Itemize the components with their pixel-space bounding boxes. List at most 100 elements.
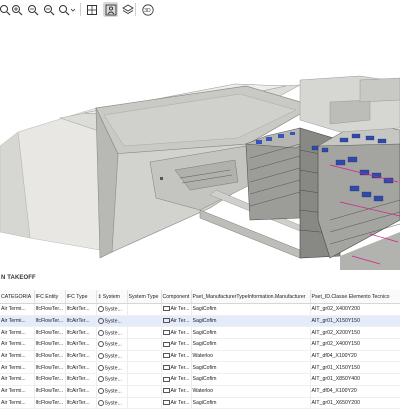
table-cell-text: IfcAirTer... [66, 353, 90, 360]
table-cell-text: Air Termi... [1, 364, 26, 371]
table-cell-text: AIT_gr01_X150Y150 [311, 364, 360, 371]
column-header-component[interactable]: Component [161, 290, 192, 304]
component-icon [162, 388, 170, 394]
table-cell [127, 397, 162, 409]
table-cell-text: Syste... [104, 376, 122, 383]
table-cell-text: IfcFlowTer... [35, 388, 64, 395]
table-cell [127, 385, 162, 398]
table-cell-text: IfcAirTer... [66, 341, 90, 348]
table-cell-text: AIT_df04_X100Y20 [311, 353, 357, 360]
table-cell: Waterloo [191, 350, 311, 363]
viewer-toolbar: 3D [0, 0, 400, 21]
table-row[interactable]: Air Termi... IfcFlowTer... IfcAirTer... Sys… [0, 373, 400, 386]
component-icon [162, 341, 170, 347]
table-cell: Air Termi... [0, 303, 35, 316]
system-icon [97, 399, 104, 406]
component-icon [162, 329, 170, 335]
table-row[interactable]: Air Termi... IfcFlowTer... IfcAirTer... Sys… [0, 350, 400, 363]
table-cell-text: SagiCofim [192, 376, 217, 383]
table-cell-text: IfcFlowTer... [35, 341, 64, 348]
table-cell: IfcAirTer... [65, 385, 97, 398]
3d-model-viewport[interactable] [0, 20, 400, 270]
table-cell: Syste... [96, 385, 128, 398]
table-row[interactable]: Air Termi... IfcFlowTer... IfcAirTer... Sys… [0, 361, 400, 375]
table-cell: Syste... [96, 303, 128, 316]
table-cell-text: Air Ter... [170, 318, 190, 325]
table-cell-text: SagiCofim [192, 329, 217, 336]
table-cell-text: Air Ter... [170, 376, 190, 383]
table-cell-text: Air Ter... [170, 306, 190, 313]
table-cell: Air Termi... [0, 373, 35, 386]
table-cell-text: IfcAirTer... [66, 364, 90, 371]
tool-building-view[interactable] [84, 2, 99, 17]
tool-zoom-extents[interactable] [41, 2, 56, 17]
column-header-ifc-type[interactable]: IFC Type [65, 290, 97, 304]
table-cell: AIT_df04_X100Y20 [310, 350, 400, 363]
table-cell: IfcFlowTer... [34, 338, 66, 351]
person-pin-icon [105, 4, 116, 15]
table-cell-text: Air Termi... [1, 376, 26, 383]
table-cell-text: IfcAirTer... [66, 318, 90, 325]
table-cell: Air Ter... [161, 350, 192, 363]
table-cell-text: IfcFlowTer... [35, 306, 64, 313]
table-cell-text: Waterloo [192, 353, 214, 360]
column-header-categoria[interactable]: CATEGORIA [0, 290, 35, 304]
table-row[interactable]: Air Termi... IfcFlowTer... IfcAirTer... Sys… [0, 303, 400, 316]
table-cell: SagiCofim [191, 338, 311, 351]
table-cell: IfcAirTer... [65, 303, 97, 316]
table-cell-text: Air Termi... [1, 388, 26, 395]
table-cell-text: Syste... [104, 353, 122, 360]
table-cell-text: Syste... [104, 318, 122, 325]
table-cell [127, 338, 162, 351]
building-3d-model [0, 70, 400, 270]
table-cell: IfcFlowTer... [34, 350, 66, 363]
table-cell: Air Ter... [161, 361, 192, 375]
building-icon [86, 4, 97, 15]
system-icon [97, 387, 104, 394]
table-cell: Syste... [96, 350, 128, 363]
3d-icon: 3D [141, 3, 154, 16]
tool-layers[interactable] [120, 2, 135, 17]
sort-icon: ⇕ [97, 293, 102, 300]
tool-select-mode[interactable] [57, 2, 77, 17]
tool-zoom-in[interactable] [9, 2, 24, 17]
component-icon [162, 353, 170, 359]
table-cell [127, 303, 162, 316]
table-cell: IfcFlowTer... [34, 397, 66, 409]
table-cell-text: Syste... [104, 329, 122, 336]
column-header-system-type[interactable]: System Type [127, 290, 162, 304]
table-row[interactable]: Air Termi... IfcFlowTer... IfcAirTer... Sys… [0, 315, 400, 328]
tool-3d-view[interactable]: 3D [139, 2, 156, 17]
magic-wand-icon [59, 4, 76, 15]
table-cell: AIT_gr01_X850Y400 [310, 373, 400, 386]
system-icon [97, 352, 104, 359]
table-cell: IfcFlowTer... [34, 315, 66, 328]
table-cell-text: Air Ter... [170, 329, 190, 336]
table-cell: Waterloo [191, 385, 311, 398]
table-cell-text: IfcFlowTer... [35, 318, 64, 325]
table-cell: Air Ter... [161, 338, 192, 351]
table-cell: Air Termi... [0, 397, 35, 409]
component-icon [162, 306, 170, 312]
column-header-manufacturer[interactable]: Pset_ManufacturerTypeInformation.Manufac… [191, 290, 311, 304]
tool-zoom-out[interactable] [25, 2, 40, 17]
column-header-ifc-entity[interactable]: IFC Entity [34, 290, 66, 304]
table-row[interactable]: Air Termi... IfcFlowTer... IfcAirTer... Sys… [0, 385, 400, 398]
tool-walk-mode[interactable] [103, 2, 118, 17]
table-cell-text: SagiCofim [192, 399, 217, 406]
zoom-out-icon [27, 4, 38, 15]
column-header-system[interactable]: ⇕System [96, 290, 128, 304]
table-cell: Air Ter... [161, 326, 192, 340]
table-row[interactable]: Air Termi... IfcFlowTer... IfcAirTer... Sys… [0, 338, 400, 351]
table-cell: AIT_gr01_X150Y150 [310, 361, 400, 375]
table-cell [127, 326, 162, 340]
quantity-takeoff-table: CATEGORIA IFC Entity IFC Type ⇕System Sy… [0, 290, 400, 409]
table-row[interactable]: Air Termi... IfcFlowTer... IfcAirTer... Sys… [0, 397, 400, 409]
system-icon [97, 317, 104, 324]
column-header-classe-elemento[interactable]: Pset_ID.Classe Elemento Tecnico [310, 290, 400, 304]
table-cell: IfcAirTer... [65, 326, 97, 340]
table-cell: Air Termi... [0, 326, 35, 340]
table-row[interactable]: Air Termi... IfcFlowTer... IfcAirTer... Sys… [0, 326, 400, 340]
table-cell: IfcFlowTer... [34, 326, 66, 340]
table-cell [127, 373, 162, 386]
